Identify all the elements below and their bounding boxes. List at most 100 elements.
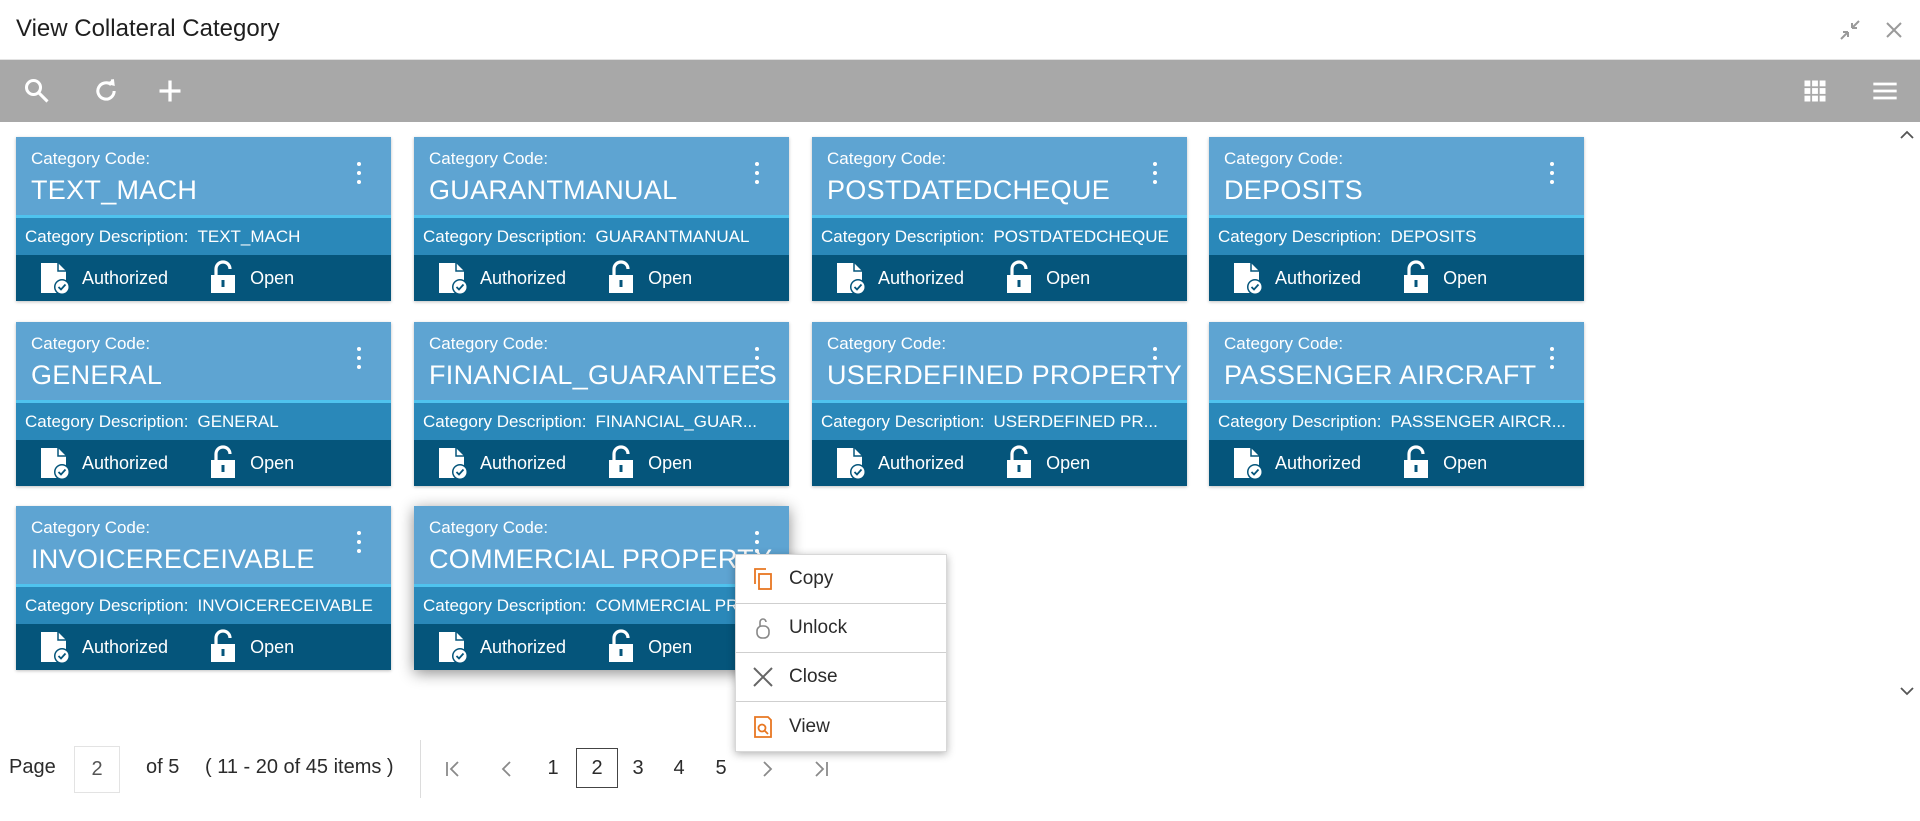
kebab-menu-icon[interactable] — [349, 344, 369, 372]
category-description-label: Category Description: — [1218, 411, 1382, 431]
category-card[interactable]: Category Code: COMMERCIAL PROPERTY Categor… — [414, 506, 789, 670]
category-description-row: Category Description: POSTDATEDCHEQUE — [812, 215, 1187, 255]
status-row: Authorized Open — [812, 440, 1187, 486]
category-code-value: POSTDATEDCHEQUE — [827, 175, 1111, 205]
open-lock-icon — [609, 260, 634, 293]
kebab-menu-icon[interactable] — [1542, 159, 1562, 187]
category-card[interactable]: Category Code: GUARANTMANUAL Category Desc… — [414, 137, 789, 301]
authorization-status-label: Authorized — [82, 636, 169, 657]
category-description-label: Category Description: — [423, 226, 587, 246]
category-description-value: GENERAL — [197, 411, 279, 431]
category-description-value: DEPOSITS — [1390, 226, 1477, 246]
category-card[interactable]: Category Code: INVOICERECEIVABLE Category … — [16, 506, 391, 670]
menu-item-copy-label: Copy — [789, 568, 834, 589]
kebab-menu-icon[interactable] — [747, 528, 767, 556]
grid-view-icon[interactable] — [1798, 74, 1832, 108]
category-card[interactable]: Category Code: TEXT_MACH Category Descript… — [16, 137, 391, 301]
category-description-value: COMMERCIAL PR — [595, 595, 739, 615]
category-card[interactable]: Category Code: USERDEFINED PROPERTY Catego… — [812, 322, 1187, 486]
category-description-row: Category Description: FINANCIAL_GUAR... — [414, 400, 789, 440]
toolbar — [0, 60, 1920, 122]
category-card[interactable]: Category Code: FINANCIAL_GUARANTEES Catego… — [414, 322, 789, 486]
kebab-menu-icon[interactable] — [349, 528, 369, 556]
authorization-status: Authorized — [38, 260, 168, 296]
page-4-button[interactable]: 4 — [658, 748, 700, 788]
category-card[interactable]: Category Code: PASSENGER AIRCRAFT Category… — [1209, 322, 1584, 486]
menu-item-close[interactable]: Close — [736, 653, 946, 702]
category-code-value: GENERAL — [31, 360, 163, 390]
menu-item-copy[interactable]: Copy — [736, 555, 946, 604]
page-3-button[interactable]: 3 — [617, 748, 659, 788]
authorization-status-label: Authorized — [82, 267, 169, 288]
category-card[interactable]: Category Code: POSTDATEDCHEQUE Category De… — [812, 137, 1187, 301]
next-page-icon[interactable] — [754, 756, 780, 782]
close-window-icon[interactable] — [1880, 16, 1908, 44]
category-code-label: Category Code: — [31, 518, 151, 537]
unlock-icon — [756, 618, 770, 639]
menu-item-view-label: View — [789, 715, 830, 737]
status-row: Authorized Open — [414, 624, 789, 670]
category-code-value: TEXT_MACH — [31, 175, 198, 205]
status-row: Authorized Open — [414, 255, 789, 301]
lock-status-label: Open — [1046, 452, 1091, 473]
category-description-label: Category Description: — [821, 226, 985, 246]
kebab-menu-icon[interactable] — [1145, 344, 1165, 372]
category-code-label: Category Code: — [429, 149, 549, 168]
authorization-status-label: Authorized — [1275, 452, 1362, 473]
kebab-menu-icon[interactable] — [747, 344, 767, 372]
authorization-status-label: Authorized — [878, 452, 965, 473]
refresh-icon[interactable] — [89, 74, 123, 108]
category-code-label: Category Code: — [827, 149, 947, 168]
kebab-menu-icon[interactable] — [1542, 344, 1562, 372]
vertical-scrollbar[interactable] — [1893, 122, 1920, 707]
authorization-status: Authorized — [834, 260, 964, 296]
lock-status: Open — [206, 445, 294, 481]
authorization-status-label: Authorized — [82, 452, 169, 473]
open-lock-icon — [211, 260, 236, 293]
authorized-icon — [439, 263, 468, 295]
minimize-icon[interactable] — [1836, 16, 1864, 44]
lock-status: Open — [604, 445, 692, 481]
category-description-value: GUARANTMANUAL — [595, 226, 750, 246]
authorization-status-label: Authorized — [480, 636, 567, 657]
page-5-button[interactable]: 5 — [700, 748, 742, 788]
page-2-button[interactable]: 2 — [576, 748, 618, 788]
prev-page-icon[interactable] — [494, 756, 520, 782]
category-description-value: PASSENGER AIRCR... — [1390, 411, 1566, 431]
category-description-label: Category Description: — [423, 595, 587, 615]
authorization-status-label: Authorized — [878, 267, 965, 288]
category-description-row: Category Description: GENERAL — [16, 400, 391, 440]
close-icon — [753, 667, 773, 687]
menu-item-unlock-label: Unlock — [789, 617, 848, 638]
add-icon[interactable] — [153, 74, 187, 108]
last-page-icon[interactable] — [808, 756, 834, 782]
menu-item-unlock[interactable]: Unlock — [736, 604, 946, 653]
pager-divider — [420, 740, 421, 798]
search-icon[interactable] — [20, 74, 54, 108]
page-number-input[interactable] — [74, 746, 120, 793]
lock-status-label: Open — [1443, 452, 1488, 473]
open-lock-icon — [1404, 445, 1429, 478]
first-page-icon[interactable] — [440, 756, 466, 782]
authorized-icon — [837, 448, 866, 480]
category-description-value: USERDEFINED PR... — [993, 411, 1158, 431]
list-view-icon[interactable] — [1868, 74, 1902, 108]
scroll-down-icon[interactable] — [1898, 682, 1916, 700]
lock-status: Open — [1002, 445, 1090, 481]
kebab-menu-icon[interactable] — [1145, 159, 1165, 187]
category-description-label: Category Description: — [821, 411, 985, 431]
authorized-icon — [1234, 263, 1263, 295]
pagination: Page of 5 ( 11 - 20 of 45 items ) 1 2 3 … — [0, 740, 1920, 800]
category-code-label: Category Code: — [429, 518, 549, 537]
kebab-menu-icon[interactable] — [747, 159, 767, 187]
title-bar: View Collateral Category — [0, 0, 1920, 60]
authorization-status: Authorized — [436, 629, 566, 665]
category-card[interactable]: Category Code: GENERAL Category Descriptio… — [16, 322, 391, 486]
page-1-button[interactable]: 1 — [532, 748, 574, 788]
category-card[interactable]: Category Code: DEPOSITS Category Descripti… — [1209, 137, 1584, 301]
authorized-icon — [439, 448, 468, 480]
open-lock-icon — [1404, 260, 1429, 293]
scroll-up-icon[interactable] — [1898, 126, 1916, 144]
category-code-label: Category Code: — [31, 149, 151, 168]
kebab-menu-icon[interactable] — [349, 159, 369, 187]
